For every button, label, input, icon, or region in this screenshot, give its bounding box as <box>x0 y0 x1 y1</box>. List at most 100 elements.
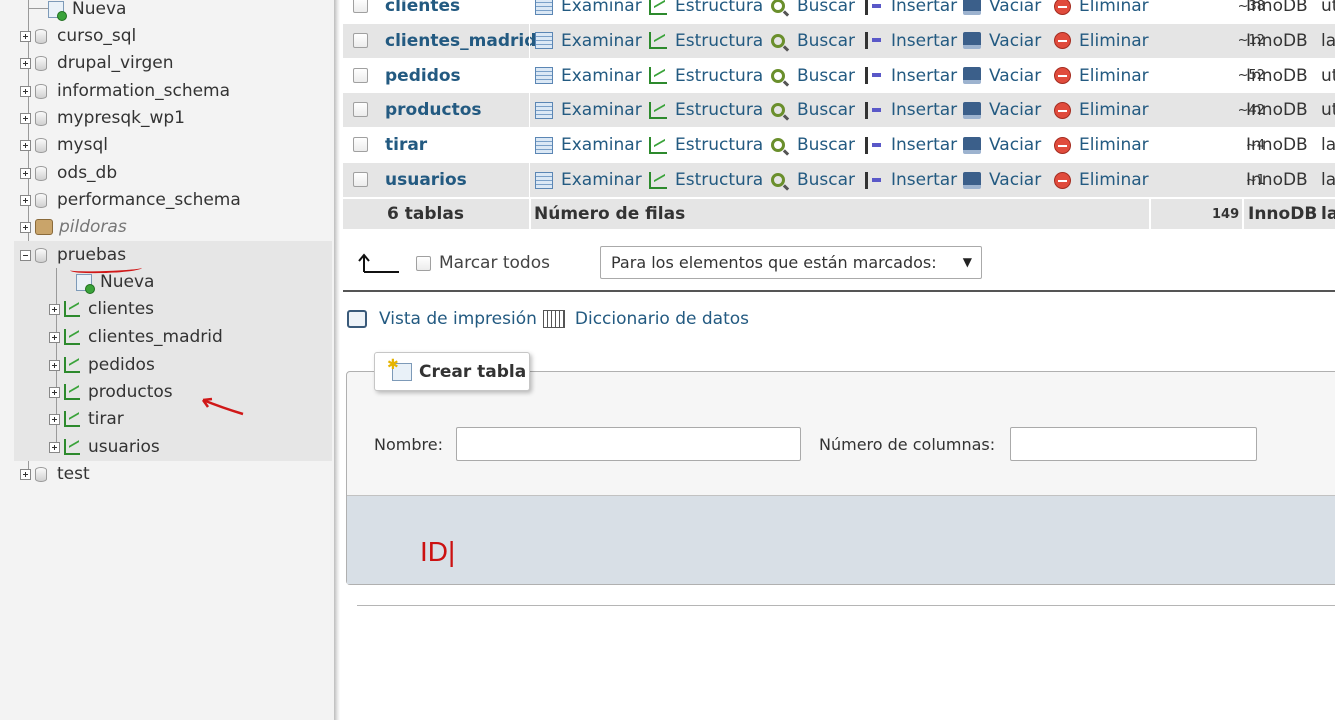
table-name-link[interactable]: tirar <box>385 135 427 155</box>
row-checkbox[interactable] <box>353 137 368 153</box>
tree-db-test[interactable]: test <box>20 461 90 487</box>
tree-db-curso-sql[interactable]: curso_sql <box>20 23 136 49</box>
insert-action[interactable]: Insertar <box>865 100 957 120</box>
bulk-action-select[interactable]: Para los elementos que están marcados: ▼ <box>600 246 982 279</box>
empty-action[interactable]: Vaciar <box>963 31 1041 51</box>
tree-db-mysql[interactable]: mysql <box>20 132 108 158</box>
browse-action[interactable]: Examinar <box>535 66 642 86</box>
expand-icon[interactable] <box>20 112 31 124</box>
create-table-footer <box>347 495 1335 584</box>
navigation-panel: Nueva curso_sql drupal_virgen informatio… <box>0 0 334 720</box>
browse-action[interactable]: Examinar <box>535 0 642 16</box>
tree-line <box>28 8 48 9</box>
tree-db-pildoras[interactable]: pildoras <box>20 214 127 240</box>
expand-icon[interactable] <box>20 468 31 480</box>
tree-table-tirar[interactable]: tirar <box>49 406 124 432</box>
drop-action[interactable]: Eliminar <box>1054 66 1149 86</box>
empty-action[interactable]: Vaciar <box>963 0 1041 16</box>
action-label: Examinar <box>561 65 642 86</box>
search-action[interactable]: Buscar <box>771 100 855 120</box>
expand-icon[interactable] <box>20 139 31 151</box>
search-action[interactable]: Buscar <box>771 0 855 16</box>
tree-db-drupal-virgen[interactable]: drupal_virgen <box>20 50 174 76</box>
table-name-link[interactable]: pedidos <box>385 66 461 86</box>
search-action[interactable]: Buscar <box>771 170 855 190</box>
expand-icon[interactable] <box>49 413 60 425</box>
structure-action[interactable]: Estructura <box>649 66 763 86</box>
expand-icon[interactable] <box>49 386 60 398</box>
empty-action[interactable]: Vaciar <box>963 135 1041 155</box>
drop-action[interactable]: Eliminar <box>1054 0 1149 16</box>
tree-table-productos[interactable]: productos <box>49 379 173 405</box>
search-action[interactable]: Buscar <box>771 135 855 155</box>
insert-action[interactable]: Insertar <box>865 135 957 155</box>
tree-table-usuarios[interactable]: usuarios <box>49 434 160 460</box>
table-name-input[interactable] <box>456 427 801 461</box>
column-count-input[interactable] <box>1010 427 1257 461</box>
checkbox[interactable] <box>416 255 431 271</box>
tree-db-information-schema[interactable]: information_schema <box>20 78 230 104</box>
action-label: Insertar <box>891 65 958 86</box>
structure-action[interactable]: Estructura <box>649 170 763 190</box>
row-checkbox[interactable] <box>353 0 368 13</box>
total-rows: 149 <box>1212 207 1240 222</box>
empty-action[interactable]: Vaciar <box>963 100 1041 120</box>
table-name-link[interactable]: clientes <box>385 0 460 16</box>
table-name-link[interactable]: productos <box>385 100 482 120</box>
insert-action[interactable]: Insertar <box>865 31 957 51</box>
drop-action[interactable]: Eliminar <box>1054 170 1149 190</box>
row-checkbox[interactable] <box>353 172 368 187</box>
drop-action[interactable]: Eliminar <box>1054 31 1149 51</box>
structure-action[interactable]: Estructura <box>649 31 763 51</box>
row-checkbox[interactable] <box>353 67 368 83</box>
tree-db-ods-db[interactable]: ods_db <box>20 160 117 186</box>
expand-icon[interactable] <box>20 57 31 69</box>
mark-all-checkbox[interactable]: Marcar todos <box>416 253 550 273</box>
insert-action[interactable]: Insertar <box>865 66 957 86</box>
browse-action[interactable]: Examinar <box>535 170 642 190</box>
action-label: Buscar <box>797 135 856 156</box>
expand-icon[interactable] <box>49 303 60 315</box>
expand-icon[interactable] <box>49 331 60 343</box>
search-action[interactable]: Buscar <box>771 31 855 51</box>
tree-item-pruebas-new[interactable]: Nueva <box>76 269 154 295</box>
structure-action[interactable]: Estructura <box>649 100 763 120</box>
row-checkbox[interactable] <box>353 102 368 118</box>
expand-icon[interactable] <box>49 359 60 371</box>
structure-action[interactable]: Estructura <box>649 135 763 155</box>
bottom-divider <box>357 605 1335 606</box>
tree-table-clientes[interactable]: clientes <box>49 296 154 322</box>
action-label: Vaciar <box>989 30 1042 51</box>
expand-icon[interactable] <box>20 194 31 206</box>
insert-action[interactable]: Insertar <box>865 0 957 16</box>
empty-icon <box>963 101 981 119</box>
tree-item-new[interactable]: Nueva <box>48 0 126 22</box>
tree-table-clientes-madrid[interactable]: clientes_madrid <box>49 324 223 350</box>
browse-action[interactable]: Examinar <box>535 31 642 51</box>
expand-icon[interactable] <box>20 85 31 97</box>
search-icon <box>771 68 785 83</box>
collapse-icon[interactable] <box>20 249 31 261</box>
search-action[interactable]: Buscar <box>771 66 855 86</box>
table-name-link[interactable]: usuarios <box>385 170 467 190</box>
panel-resize-handle[interactable] <box>334 0 340 720</box>
tree-db-mypresqk-wp1[interactable]: mypresqk_wp1 <box>20 105 185 131</box>
table-name-link[interactable]: clientes_madrid <box>385 31 536 51</box>
drop-action[interactable]: Eliminar <box>1054 135 1149 155</box>
insert-action[interactable]: Insertar <box>865 170 957 190</box>
row-checkbox[interactable] <box>353 32 368 48</box>
drop-action[interactable]: Eliminar <box>1054 100 1149 120</box>
expand-icon[interactable] <box>49 441 60 453</box>
empty-action[interactable]: Vaciar <box>963 66 1041 86</box>
tree-db-performance-schema[interactable]: performance_schema <box>20 187 241 213</box>
expand-icon[interactable] <box>20 30 31 42</box>
empty-action[interactable]: Vaciar <box>963 170 1041 190</box>
browse-action[interactable]: Examinar <box>535 100 642 120</box>
browse-action[interactable]: Examinar <box>535 135 642 155</box>
expand-icon[interactable] <box>20 221 31 233</box>
expand-icon[interactable] <box>20 167 31 179</box>
structure-action[interactable]: Estructura <box>649 0 763 16</box>
data-dictionary-link[interactable]: Diccionario de datos <box>575 309 749 329</box>
print-view-link[interactable]: Vista de impresión <box>379 309 537 329</box>
tree-table-pedidos[interactable]: pedidos <box>49 352 155 378</box>
